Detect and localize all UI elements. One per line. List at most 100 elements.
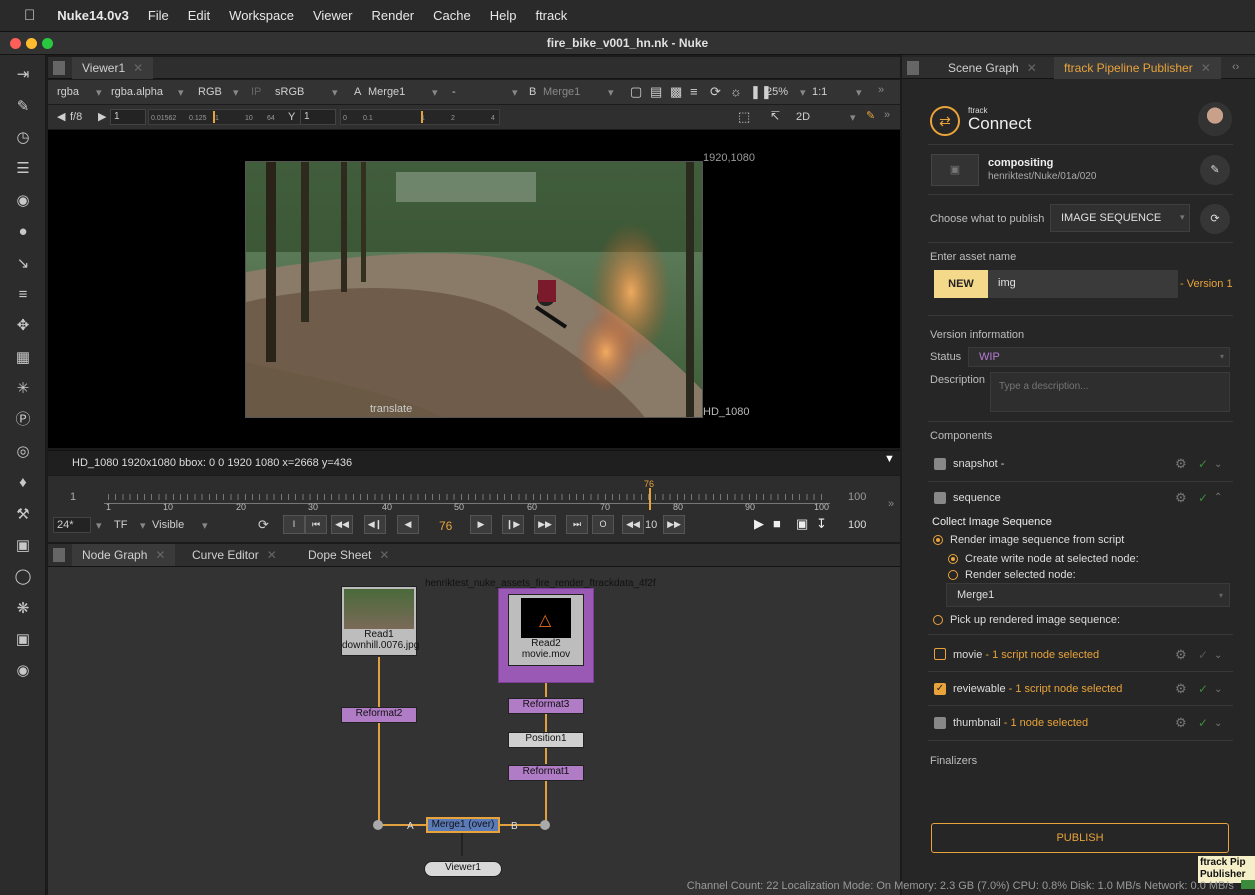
play-forward-button[interactable]: ▶ bbox=[470, 515, 492, 534]
translate-handle-label[interactable]: translate bbox=[370, 403, 412, 415]
avatar[interactable] bbox=[1198, 102, 1232, 136]
sequence-checkbox[interactable] bbox=[934, 492, 946, 504]
skip-back-button[interactable]: ◀◀ bbox=[622, 515, 644, 534]
menu-workspace[interactable]: Workspace bbox=[229, 8, 294, 23]
zoom-select[interactable]: 25% bbox=[766, 86, 788, 98]
visible-select[interactable]: Visible bbox=[152, 519, 184, 531]
playhead[interactable] bbox=[649, 488, 651, 510]
tab-dope-sheet[interactable]: Dope Sheet ✕ bbox=[298, 544, 399, 566]
chevron-down-icon[interactable]: ⌄ bbox=[1214, 650, 1222, 661]
thumbnail-checkbox[interactable] bbox=[934, 717, 946, 729]
pick-up-radio[interactable] bbox=[933, 615, 943, 625]
end-frame-field[interactable]: 100 bbox=[848, 519, 866, 531]
draw-tools-icon[interactable]: ✎ bbox=[13, 97, 33, 117]
channel-tools-icon[interactable]: ☰ bbox=[13, 159, 33, 179]
next-keyframe-button[interactable]: ▶▶ bbox=[534, 515, 556, 534]
pane-menu-icon[interactable] bbox=[53, 548, 65, 562]
fstop-right-arrow[interactable]: ▶ bbox=[98, 110, 106, 123]
expand-icon[interactable]: » bbox=[888, 498, 894, 510]
in-point-button[interactable]: I bbox=[283, 515, 305, 534]
toolsets-icon[interactable]: ▣ bbox=[13, 536, 33, 556]
color-tools-icon[interactable]: ◉ bbox=[13, 191, 33, 211]
overlay-icon[interactable]: ▩ bbox=[670, 84, 682, 100]
gamma-slider[interactable]: 0 0.1 1 2 4 bbox=[340, 109, 500, 125]
gear-icon[interactable]: ⚙ bbox=[1175, 456, 1187, 472]
stop-icon[interactable]: ■ bbox=[773, 516, 781, 531]
timeline-start[interactable]: 1 bbox=[70, 491, 76, 503]
image-tools-icon[interactable]: ⇥ bbox=[13, 65, 33, 85]
close-window-button[interactable] bbox=[10, 38, 21, 49]
input-b-select[interactable]: Merge1 bbox=[543, 86, 580, 98]
zoom-window-button[interactable] bbox=[42, 38, 53, 49]
time-tools-icon[interactable]: ◷ bbox=[13, 128, 33, 148]
camera-icon[interactable]: ↸ bbox=[770, 109, 780, 123]
chevron-down-icon[interactable]: ⌄ bbox=[1214, 718, 1222, 729]
frame-field[interactable]: 76 bbox=[439, 519, 452, 533]
menu-edit[interactable]: Edit bbox=[188, 8, 210, 23]
info-dropdown-icon[interactable]: ▼ bbox=[884, 453, 895, 465]
tab-node-graph[interactable]: Node Graph ✕ bbox=[72, 544, 176, 566]
keyer-tools-icon[interactable]: ↘ bbox=[13, 254, 33, 274]
last-frame-button[interactable]: ⏭ bbox=[566, 515, 588, 534]
particles-tools-icon[interactable]: ✳ bbox=[13, 379, 33, 399]
menu-help[interactable]: Help bbox=[490, 8, 517, 23]
reviewable-checkbox[interactable]: ✓ bbox=[934, 683, 946, 695]
ratio-select[interactable]: 1:1 bbox=[812, 86, 827, 98]
viewer1-node[interactable]: Viewer1 bbox=[424, 861, 502, 877]
step-forward-button[interactable]: ❙▶ bbox=[502, 515, 524, 534]
minimize-window-button[interactable] bbox=[26, 38, 37, 49]
roi-select-icon[interactable]: ⬚ bbox=[738, 109, 750, 125]
render-script-radio[interactable] bbox=[933, 535, 943, 545]
menu-render[interactable]: Render bbox=[371, 8, 414, 23]
wipe-mode-select[interactable]: - bbox=[452, 86, 456, 98]
tab-viewer1[interactable]: Viewer1 ✕ bbox=[72, 57, 154, 79]
tab-scene-graph[interactable]: Scene Graph ✕ bbox=[938, 57, 1047, 79]
menu-app-name[interactable]: Nuke14.0v3 bbox=[57, 8, 129, 23]
gear-icon[interactable]: ⚙ bbox=[1175, 681, 1187, 697]
tab-ftrack-publisher[interactable]: ftrack Pipeline Publisher ✕ bbox=[1054, 57, 1221, 79]
channels-select[interactable]: rgba bbox=[57, 86, 79, 98]
gain-slider[interactable]: 0.01562 0.125 1 10 64 bbox=[148, 109, 308, 125]
dot-node[interactable] bbox=[373, 820, 383, 830]
play-backward-button[interactable]: ◀ bbox=[397, 515, 419, 534]
gear-icon[interactable]: ⚙ bbox=[1175, 647, 1187, 663]
node-graph-canvas[interactable] bbox=[48, 567, 900, 895]
fps-field[interactable]: 24* bbox=[53, 517, 91, 533]
lut-select[interactable]: sRGB bbox=[275, 86, 304, 98]
refresh-button[interactable]: ⟳ bbox=[1200, 204, 1230, 234]
view-mode-select[interactable]: 2D bbox=[796, 111, 810, 123]
pane-menu-icon[interactable] bbox=[907, 61, 919, 75]
description-input[interactable] bbox=[990, 372, 1230, 412]
ftrack-icon[interactable]: ▣ bbox=[13, 630, 33, 650]
playback-mode-icon[interactable]: ▶ bbox=[754, 516, 764, 532]
chevron-down-icon[interactable]: ⌄ bbox=[1214, 684, 1222, 695]
roi-icon[interactable]: ▢ bbox=[630, 84, 642, 100]
publish-type-select[interactable]: IMAGE SEQUENCE bbox=[1050, 204, 1190, 232]
filter-tools-icon[interactable]: ● bbox=[13, 222, 33, 242]
first-frame-button[interactable]: ⏮ bbox=[305, 515, 327, 534]
chevron-down-icon[interactable]: ⌄ bbox=[1214, 459, 1222, 470]
settings-tools-icon[interactable]: ◉ bbox=[13, 661, 33, 681]
dot-node[interactable] bbox=[540, 820, 550, 830]
merge-tools-icon[interactable]: ≡ bbox=[13, 285, 33, 305]
input-a-select[interactable]: Merge1 bbox=[368, 86, 405, 98]
asset-name-input[interactable]: img bbox=[988, 270, 1178, 298]
3d-tools-icon[interactable]: ▦ bbox=[13, 348, 33, 368]
gear-icon[interactable]: ⚙ bbox=[1175, 715, 1187, 731]
fstop-left-arrow[interactable]: ◀ bbox=[57, 110, 65, 123]
merge1-node[interactable]: Merge1 (over) bbox=[426, 817, 500, 833]
alpha-select[interactable]: rgba.alpha bbox=[111, 86, 163, 98]
expand-icon[interactable]: » bbox=[878, 84, 884, 96]
apple-icon[interactable]:  bbox=[24, 7, 35, 24]
out-point-button[interactable]: O bbox=[592, 515, 614, 534]
deep-tools-icon[interactable]: Ⓟ bbox=[13, 410, 33, 430]
tf-select[interactable]: TF bbox=[114, 519, 127, 531]
chevron-up-icon[interactable]: ⌃ bbox=[1214, 492, 1222, 503]
reformat1-node[interactable]: Reformat1 bbox=[508, 765, 584, 781]
timeline-end[interactable]: 100 bbox=[848, 491, 866, 503]
views-tools-icon[interactable]: ◎ bbox=[13, 442, 33, 462]
position1-node[interactable]: Position1 bbox=[508, 732, 584, 748]
publish-button[interactable]: PUBLISH bbox=[931, 823, 1229, 853]
menu-viewer[interactable]: Viewer bbox=[313, 8, 353, 23]
guides-icon[interactable]: ≡ bbox=[690, 84, 698, 99]
